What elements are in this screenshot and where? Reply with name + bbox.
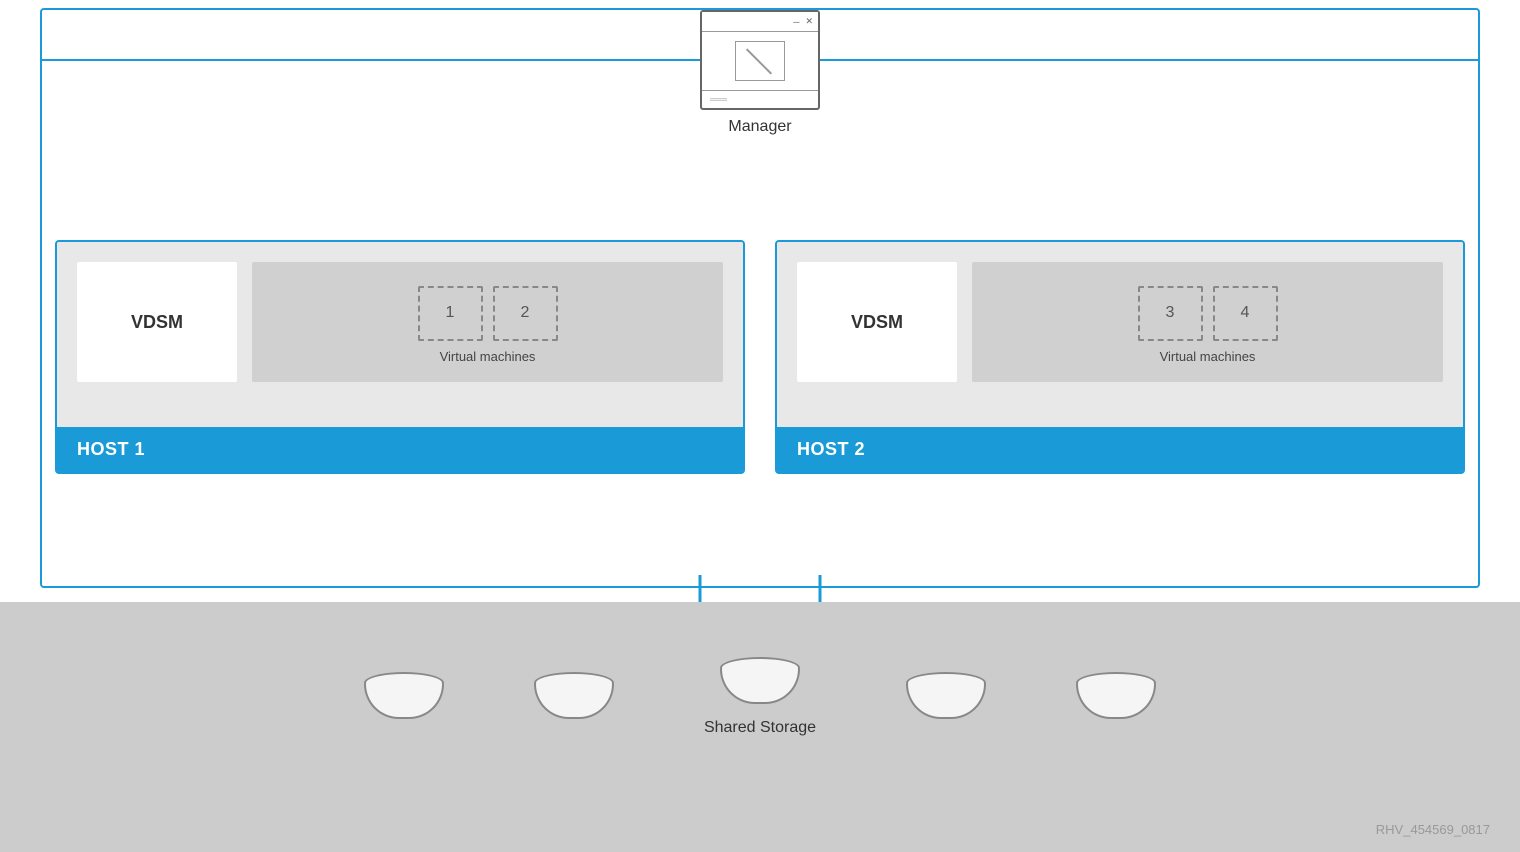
manager-window-graphic	[735, 41, 785, 81]
host2-vdsm: VDSM	[797, 262, 957, 382]
cylinder3-body	[720, 669, 800, 704]
host1-inner: VDSM 1 2 Virtual machines	[57, 242, 743, 412]
cylinder4	[906, 672, 986, 722]
manager-title-bar: ─ ✕	[702, 12, 818, 32]
manager-window-content	[702, 32, 818, 90]
host1-vm-section: 1 2 Virtual machines	[252, 262, 723, 382]
storage-disks-row: Shared Storage	[364, 657, 1156, 737]
host1-vm-label: Virtual machines	[440, 349, 536, 364]
cylinder1-body	[364, 684, 444, 719]
manager-section: ─ ✕ Manager	[700, 10, 820, 136]
host2-footer: HOST 2	[777, 427, 1463, 472]
host1-vm1: 1	[418, 286, 483, 341]
host2-box: VDSM 3 4 Virtual machines HOST 2	[775, 240, 1465, 474]
cylinder1	[364, 672, 444, 722]
disk4	[906, 672, 986, 722]
host2-inner: VDSM 3 4 Virtual machines	[777, 242, 1463, 412]
host2-vm-section: 3 4 Virtual machines	[972, 262, 1443, 382]
host1-footer: HOST 1	[57, 427, 743, 472]
cylinder4-body	[906, 684, 986, 719]
host2-footer-label: HOST 2	[797, 439, 865, 459]
host1-box: VDSM 1 2 Virtual machines HOST 1	[55, 240, 745, 474]
host1-vdsm: VDSM	[77, 262, 237, 382]
cylinder5	[1076, 672, 1156, 722]
cylinder3	[720, 657, 800, 707]
host1-footer-label: HOST 1	[77, 439, 145, 459]
manager-window-footer	[702, 90, 818, 108]
disk5	[1076, 672, 1156, 722]
storage-section: Shared Storage	[0, 602, 1520, 852]
watermark: RHV_454569_0817	[1376, 822, 1490, 837]
hosts-row: VDSM 1 2 Virtual machines HOST 1 VDSM	[55, 240, 1465, 474]
host2-vm3: 3	[1138, 286, 1203, 341]
disk2	[534, 672, 614, 722]
disk3-center: Shared Storage	[704, 657, 816, 737]
host1-vm-boxes-row: 1 2	[418, 286, 558, 341]
host2-vm-label: Virtual machines	[1160, 349, 1256, 364]
host1-vm2: 2	[493, 286, 558, 341]
cylinder2	[534, 672, 614, 722]
host2-vm-boxes-row: 3 4	[1138, 286, 1278, 341]
storage-label: Shared Storage	[704, 719, 816, 737]
disk1	[364, 672, 444, 722]
manager-label: Manager	[728, 118, 791, 136]
diagram-container: ─ ✕ Manager VDSM 1 2 Virtual machines	[0, 0, 1520, 852]
host2-vm4: 4	[1213, 286, 1278, 341]
cylinder5-body	[1076, 684, 1156, 719]
cylinder2-body	[534, 684, 614, 719]
manager-icon: ─ ✕	[700, 10, 820, 110]
